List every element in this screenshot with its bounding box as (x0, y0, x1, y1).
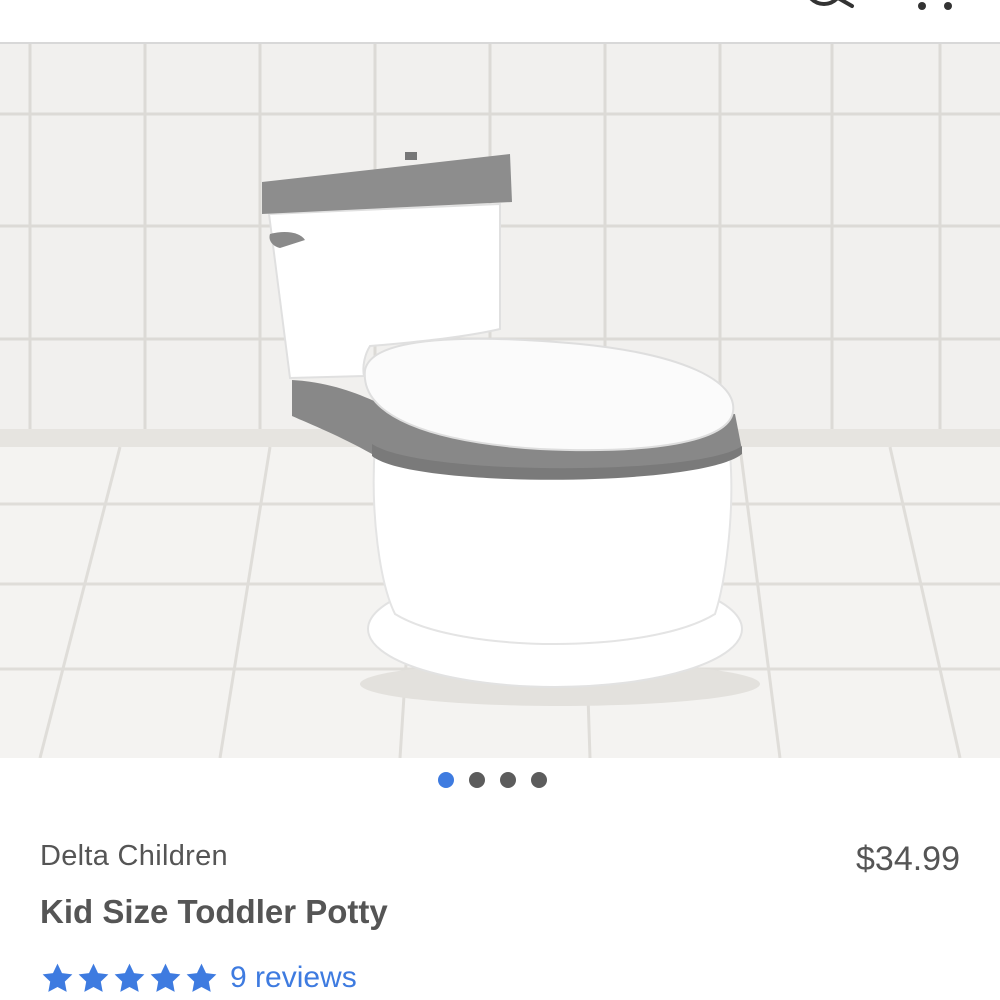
carousel-dot-2[interactable] (469, 772, 485, 788)
reviews-link[interactable]: 9 reviews (230, 961, 357, 995)
carousel-dot-1[interactable] (438, 772, 454, 788)
carousel-dot-4[interactable] (531, 772, 547, 788)
product-title: Kid Size Toddler Potty (40, 893, 388, 930)
more-options-icon[interactable] (912, 0, 958, 14)
product-image[interactable] (0, 44, 1000, 758)
brand-name: Delta Children (40, 840, 228, 872)
product-price: $34.99 (856, 840, 960, 878)
toddler-potty-photo (0, 44, 1000, 758)
carousel-dot-3[interactable] (500, 772, 516, 788)
star-icon (114, 963, 145, 992)
top-bar (0, 0, 1000, 44)
star-rating (40, 961, 220, 996)
hamburger-menu-icon[interactable] (44, 0, 98, 4)
rating-row: 9 reviews (40, 958, 357, 998)
star-icon (186, 963, 217, 992)
star-icon (150, 963, 181, 992)
star-icon (78, 963, 109, 992)
search-icon[interactable] (798, 0, 856, 10)
star-icon (42, 963, 73, 992)
